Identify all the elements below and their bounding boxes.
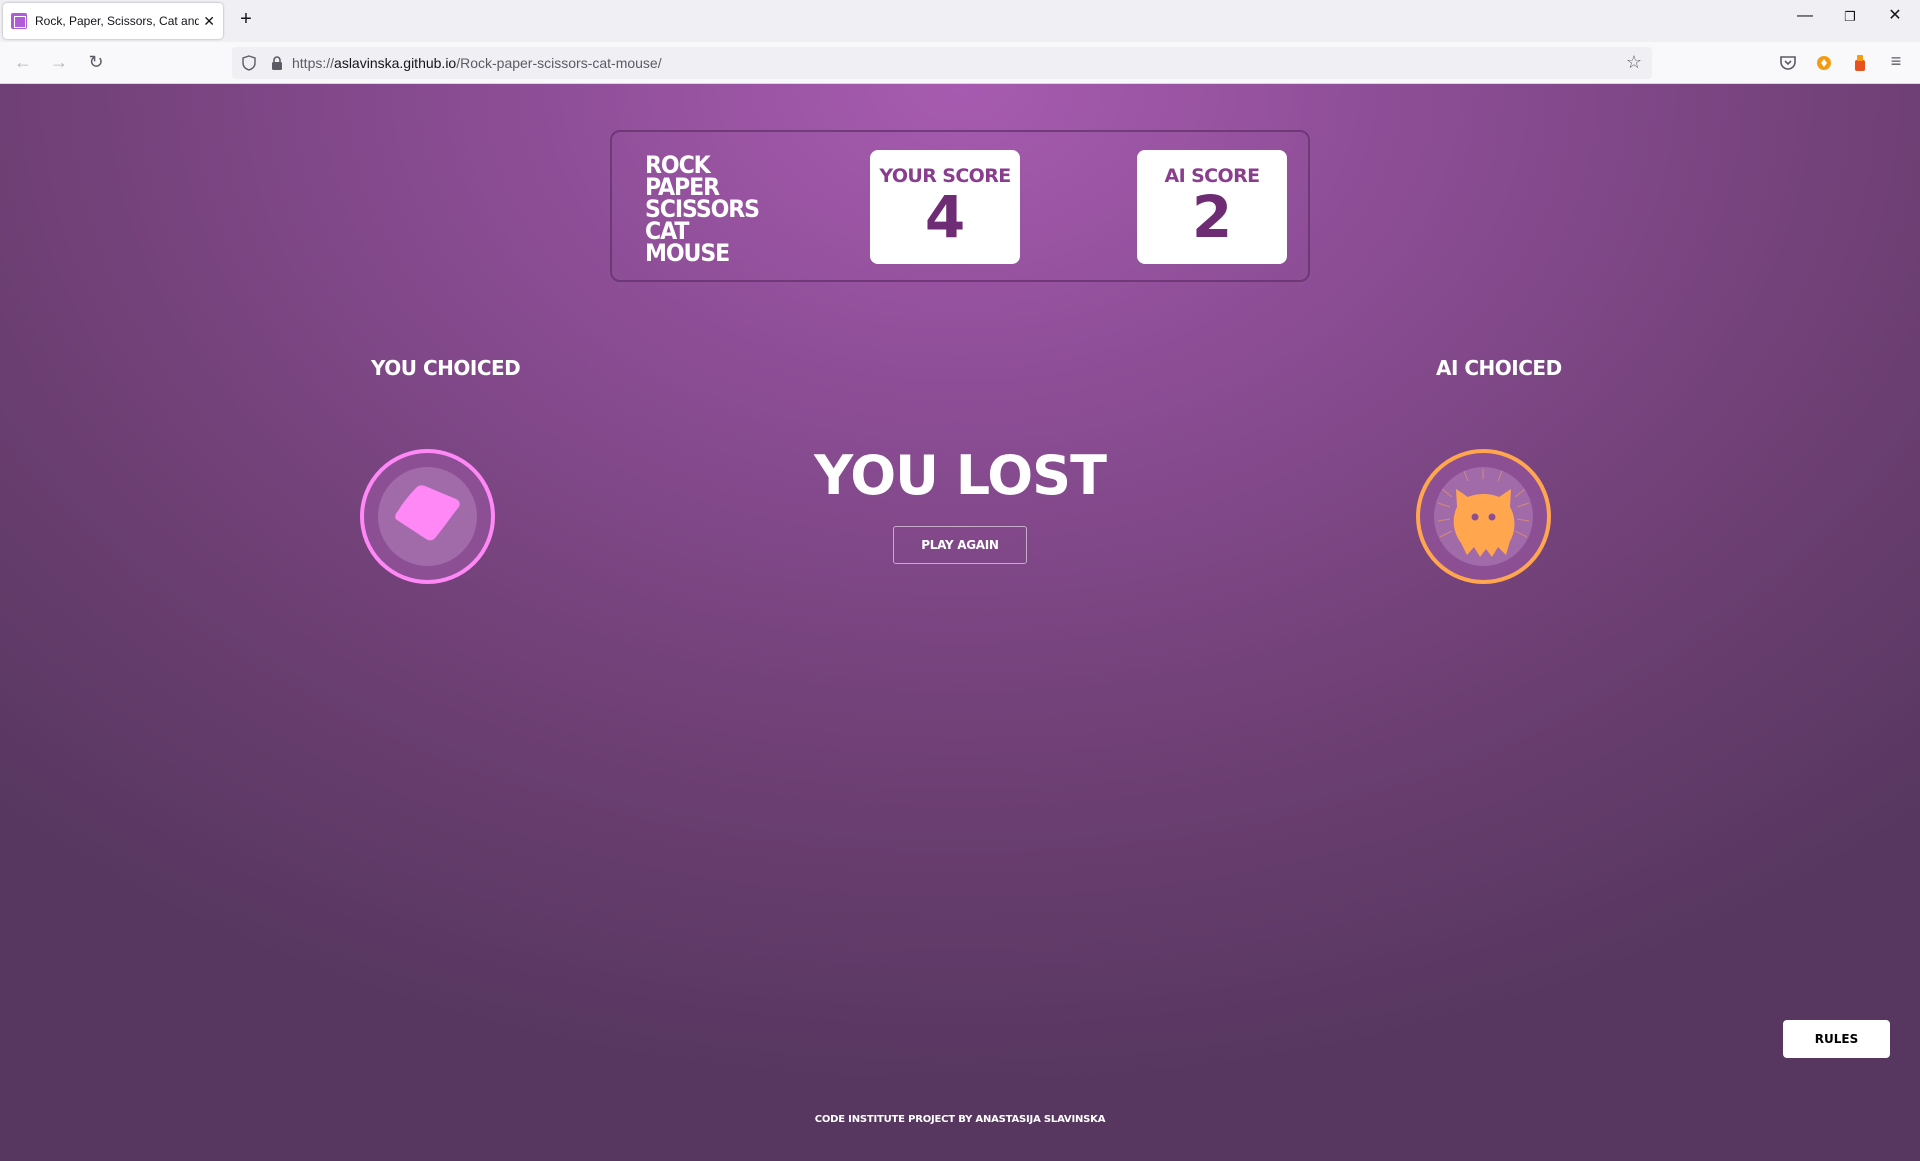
footer-credit: CODE INSTITUTE PROJECT BY ANASTASIJA SLA… — [814, 1114, 1106, 1125]
extension-orange-icon[interactable] — [1815, 54, 1833, 72]
game-title: ROCK PAPER SCISSORS CAT MOUSE — [645, 153, 769, 267]
player-choice-inner — [378, 467, 477, 566]
paper-icon — [395, 485, 460, 541]
url-text[interactable]: https://aslavinska.github.io/Rock-paper-… — [292, 55, 662, 71]
title-line: MOUSE — [645, 239, 730, 267]
ai-choiced-heading: AI CHOICED — [1436, 356, 1562, 380]
close-window-icon[interactable]: ✕ — [1885, 8, 1905, 24]
extension-red-icon[interactable] — [1851, 54, 1869, 72]
back-icon[interactable]: ← — [13, 53, 33, 71]
pocket-icon[interactable] — [1779, 54, 1797, 72]
player-choice-token — [360, 449, 495, 584]
play-again-button[interactable]: PLAY AGAIN — [893, 526, 1027, 564]
restore-icon[interactable]: ❐ — [1840, 10, 1860, 23]
ai-choice-token — [1416, 449, 1551, 584]
browser-tab[interactable]: Rock, Paper, Scissors, Cat and M ✕ — [3, 3, 223, 39]
rules-button[interactable]: RULES — [1783, 1020, 1890, 1058]
menu-icon[interactable]: ≡ — [1886, 52, 1906, 70]
ai-score-card: AI SCORE 2 — [1137, 150, 1287, 264]
favicon-icon — [11, 13, 27, 29]
url-bar[interactable]: https://aslavinska.github.io/Rock-paper-… — [232, 47, 1652, 79]
scoreboard: ROCK PAPER SCISSORS CAT MOUSE YOUR SCORE… — [610, 130, 1310, 282]
your-score-value: 4 — [924, 183, 966, 251]
you-choiced-heading: YOU CHOICED — [371, 356, 521, 380]
tab-title: Rock, Paper, Scissors, Cat and M — [35, 14, 200, 28]
ai-choice-inner — [1434, 467, 1533, 566]
result-text: YOU LOST — [814, 444, 1107, 507]
shield-icon[interactable] — [242, 55, 256, 71]
reload-icon[interactable]: ↻ — [86, 53, 106, 71]
game-page: ROCK PAPER SCISSORS CAT MOUSE YOUR SCORE… — [0, 84, 1920, 1161]
cat-icon — [1437, 469, 1530, 557]
ai-score-value: 2 — [1191, 183, 1233, 251]
browser-tab-bar: Rock, Paper, Scissors, Cat and M ✕ + — ❐… — [0, 0, 1920, 42]
close-tab-icon[interactable]: ✕ — [203, 14, 215, 28]
your-score-card: YOUR SCORE 4 — [870, 150, 1020, 264]
lock-icon[interactable] — [270, 55, 284, 71]
browser-nav-bar: ← → ↻ https://aslavinska.github.io/Rock-… — [0, 42, 1920, 84]
minimize-icon[interactable]: — — [1795, 8, 1815, 24]
bookmark-star-icon[interactable]: ☆ — [1626, 53, 1642, 71]
forward-icon[interactable]: → — [49, 53, 69, 71]
new-tab-icon[interactable]: + — [236, 9, 256, 29]
